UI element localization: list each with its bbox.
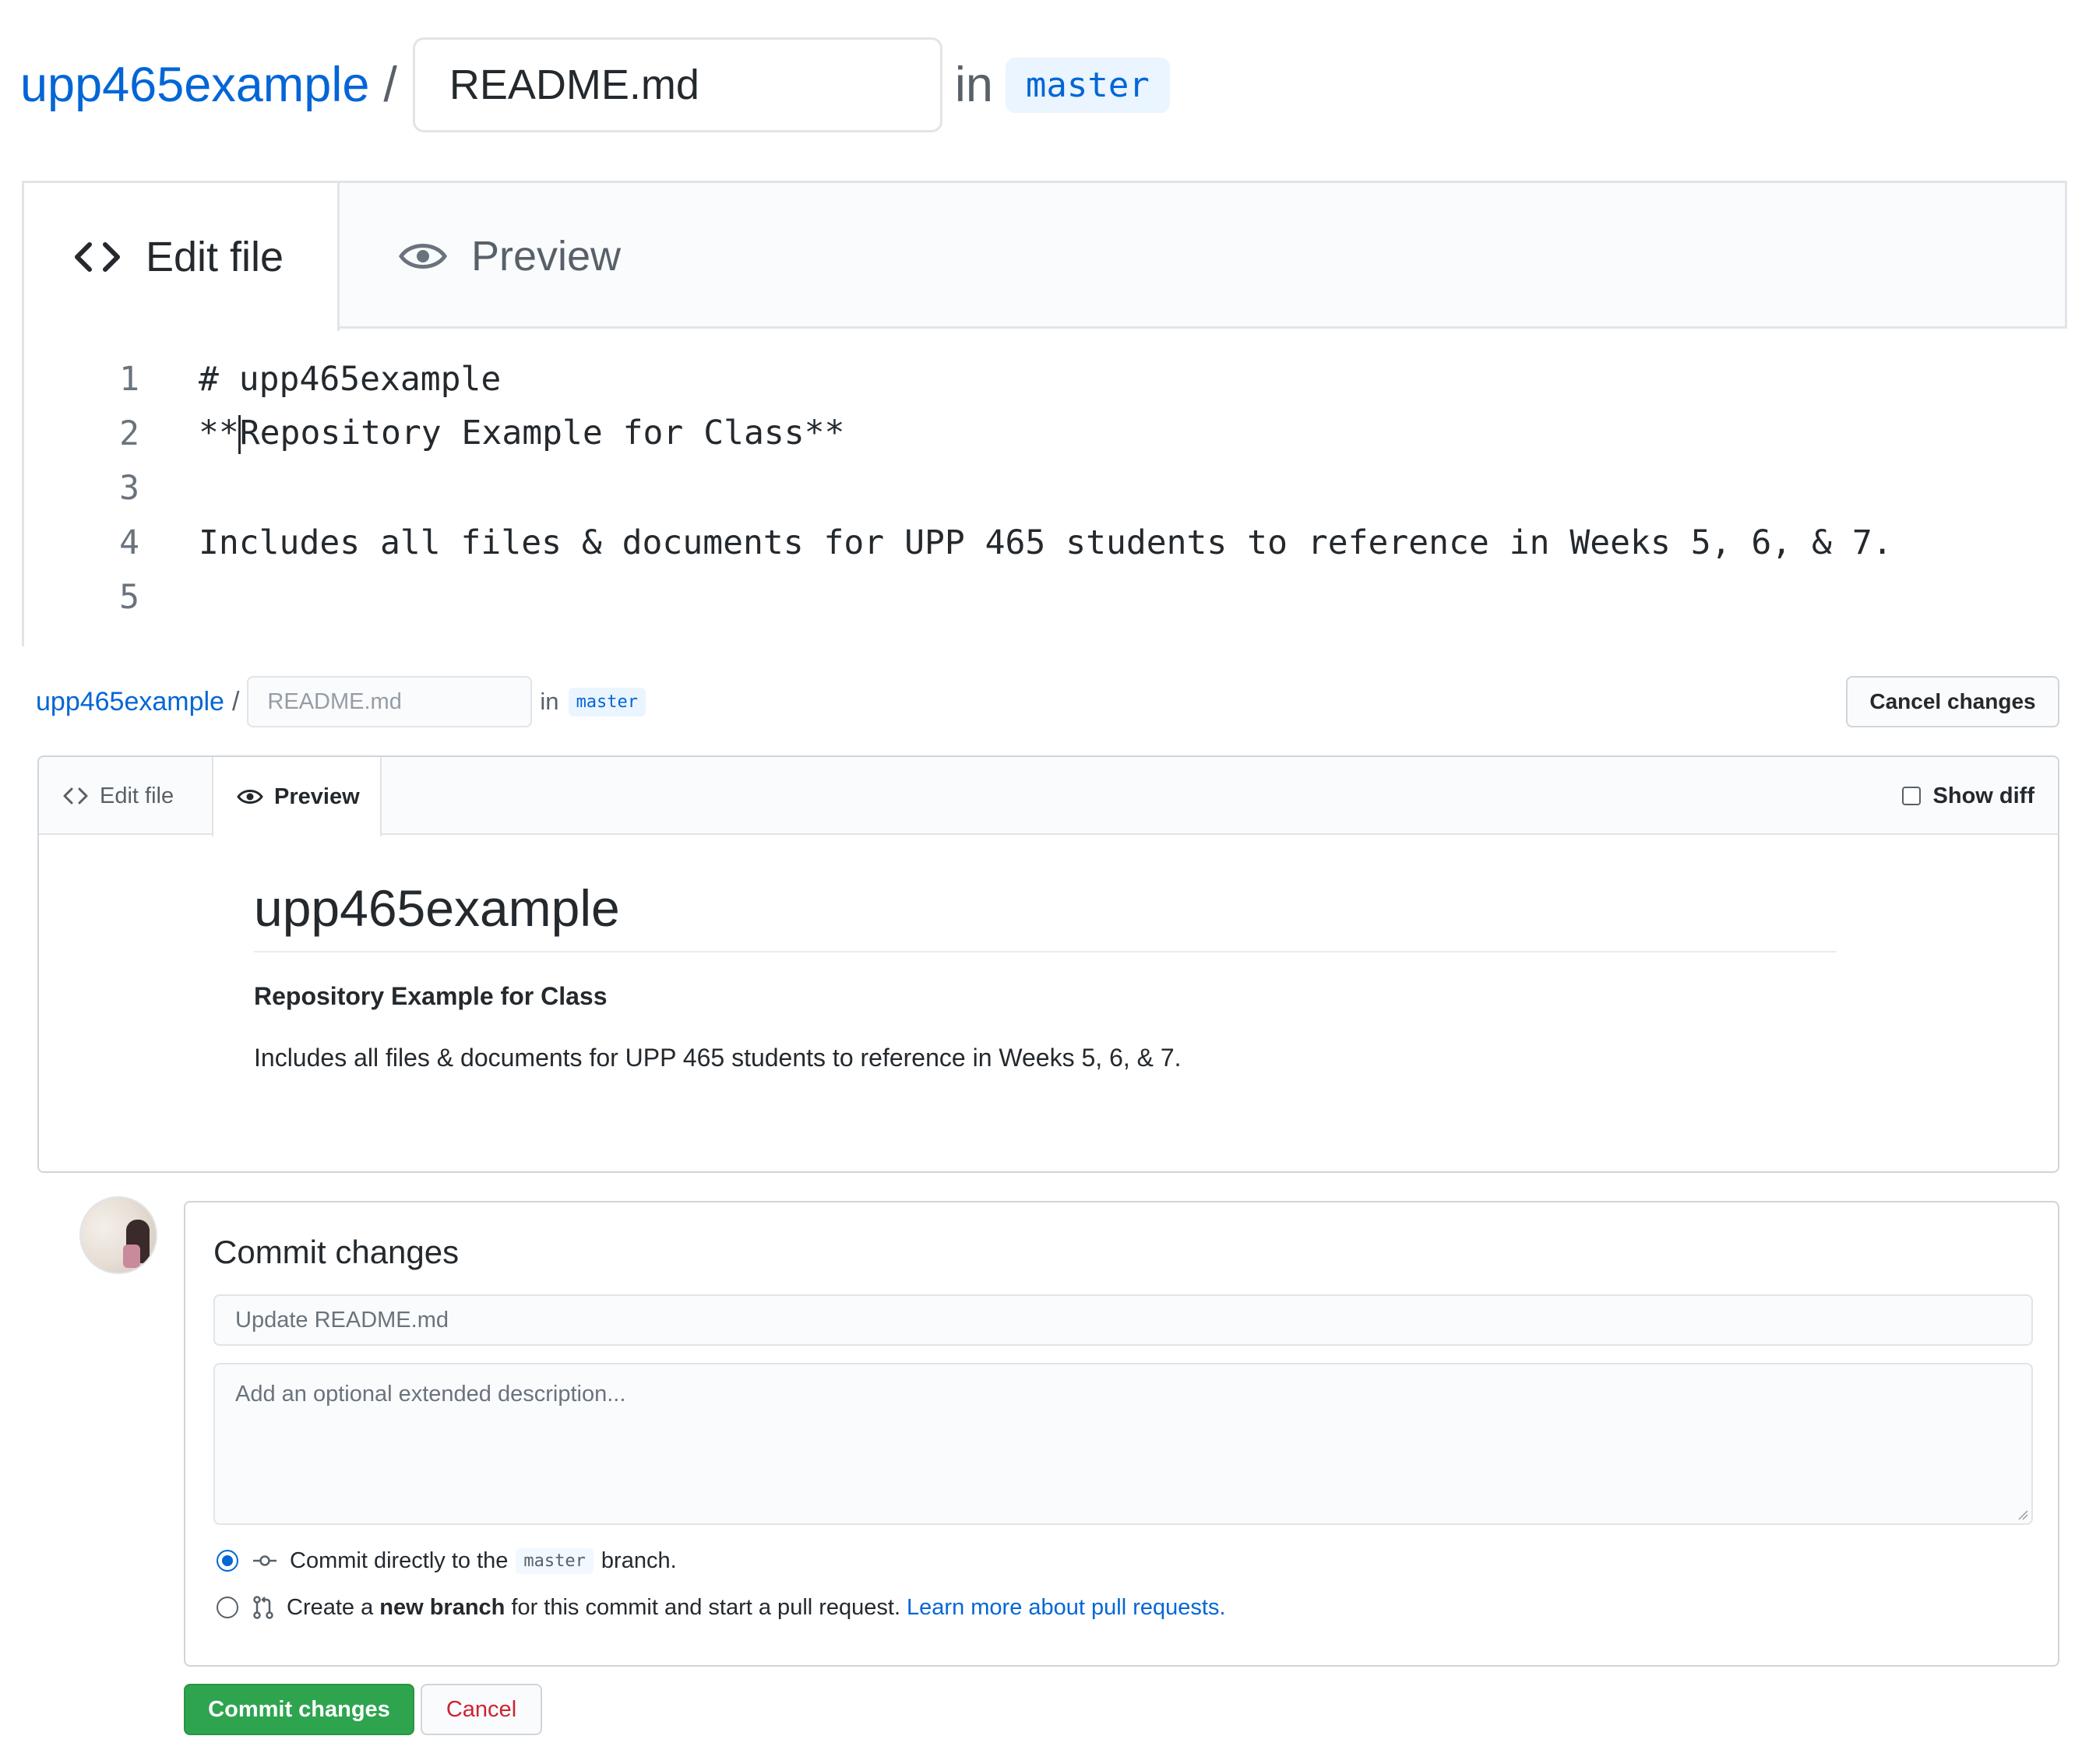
eye-icon (237, 790, 263, 804)
option-text-post: branch. (601, 1547, 677, 1573)
commit-form: Commit changes Update README.md Add an o… (184, 1201, 2059, 1667)
tab-preview[interactable]: Preview (398, 183, 621, 329)
breadcrumb-separator: / (383, 58, 397, 112)
pull-request-icon (253, 1596, 273, 1619)
edit-page-panel: upp465example / README.md in master Canc… (0, 646, 2089, 1764)
line-number: 4 (119, 523, 139, 562)
commit-changes-button[interactable]: Commit changes (184, 1684, 414, 1735)
tab-preview-label: Preview (274, 783, 360, 809)
option-bold: new branch (379, 1594, 506, 1620)
tab-preview-label: Preview (471, 232, 622, 280)
commit-summary-input[interactable]: Update README.md (213, 1294, 2033, 1346)
line-text-before-caret: ** (199, 413, 239, 452)
breadcrumb: upp465example / README.md in master (20, 36, 1170, 134)
line-text: # upp465example (199, 360, 502, 399)
resize-handle-icon[interactable] (2016, 1508, 2028, 1520)
code-icon (63, 787, 88, 805)
code-line: 5 (24, 570, 139, 625)
preview-bold-text: Repository Example for Class (254, 981, 608, 1010)
branch-badge: master (568, 687, 646, 717)
file-editor-box: Edit file Preview Show diff upp465exampl… (37, 755, 2059, 1173)
filename-input[interactable]: README.md (247, 676, 533, 727)
in-label: in (540, 688, 559, 715)
repo-link[interactable]: upp465example (20, 57, 369, 113)
show-diff-label: Show diff (1932, 783, 2034, 808)
avatar (79, 1196, 157, 1274)
code-line: 4 Includes all files & documents for UPP… (24, 516, 1893, 570)
code-line: 1 # upp465example (24, 352, 501, 407)
tab-edit-file-label: Edit file (146, 234, 284, 280)
line-number: 3 (119, 469, 139, 508)
commit-direct-option[interactable]: Commit directly to the master branch. (217, 1544, 677, 1578)
line-text: **Repository Example for Class** (199, 414, 844, 455)
tab-edit-file[interactable]: Edit file (62, 757, 174, 835)
new-branch-option[interactable]: Create a new branch for this commit and … (217, 1590, 1226, 1625)
breadcrumb-separator: / (231, 686, 240, 717)
eye-icon (398, 243, 448, 269)
line-text-after-caret: Repository Example for Class** (239, 413, 845, 452)
repo-link[interactable]: upp465example (36, 687, 224, 717)
editor-tabs: Edit file Preview (22, 181, 2067, 331)
learn-more-link[interactable]: Learn more about pull requests. (907, 1595, 1225, 1621)
tab-edit-file[interactable]: Edit file (22, 183, 340, 331)
cancel-button[interactable]: Cancel (421, 1684, 542, 1735)
code-icon (75, 242, 120, 272)
commit-icon (253, 1555, 277, 1566)
tab-edit-file-label: Edit file (100, 783, 174, 808)
line-number: 2 (119, 414, 139, 453)
code-line: 3 (24, 461, 139, 516)
code-editor[interactable]: 1 # upp465example 2 **Repository Example… (22, 329, 2067, 646)
radio-icon[interactable] (217, 1597, 238, 1618)
editor-tabs: Edit file Preview Show diff (39, 757, 2058, 836)
show-diff-toggle[interactable]: Show diff (1901, 757, 2034, 835)
commit-description-textarea[interactable]: Add an optional extended description... (213, 1363, 2033, 1525)
commit-title: Commit changes (213, 1234, 460, 1270)
radio-icon[interactable] (217, 1550, 238, 1572)
branch-pill: master (516, 1547, 594, 1574)
option-text: Commit directly to the (290, 1547, 509, 1573)
in-label: in (954, 58, 993, 112)
cancel-changes-button[interactable]: Cancel changes (1846, 676, 2059, 727)
line-text: Includes all files & documents for UPP 4… (199, 523, 1893, 562)
breadcrumb: upp465example / README.md in master (36, 676, 646, 727)
filename-input[interactable]: README.md (412, 37, 942, 132)
zoomed-editor-panel: upp465example / README.md in master Edit… (0, 0, 2089, 646)
branch-badge: master (1005, 57, 1170, 113)
code-line: 2 **Repository Example for Class** (24, 407, 844, 461)
line-number: 1 (119, 360, 139, 399)
preview-heading: upp465example (254, 835, 1837, 952)
line-number: 5 (119, 578, 139, 617)
preview-paragraph: Includes all files & documents for UPP 4… (254, 1043, 1182, 1072)
description-placeholder: Add an optional extended description... (235, 1382, 626, 1407)
checkbox-icon[interactable] (1901, 787, 1921, 805)
option-text: Create a (287, 1594, 374, 1620)
tab-preview[interactable]: Preview (212, 757, 382, 836)
option-text-post: for this commit and start a pull request… (511, 1594, 901, 1620)
markdown-preview: upp465example Repository Example for Cla… (254, 835, 1837, 1072)
